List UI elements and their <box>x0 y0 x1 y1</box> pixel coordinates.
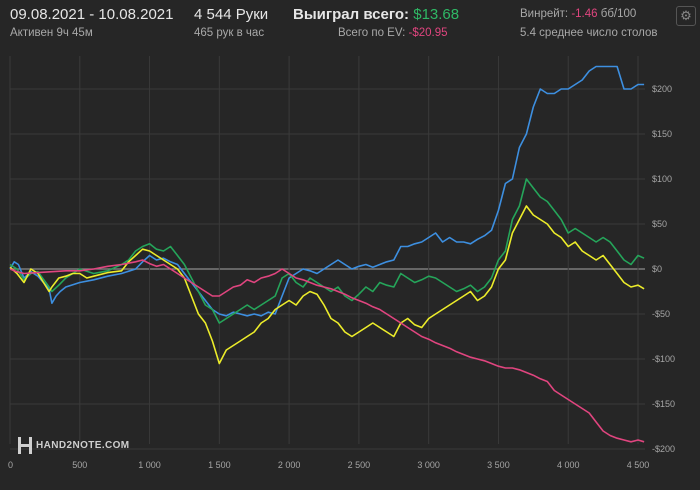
x-tick-label: 4 500 <box>627 460 650 470</box>
chart-grid <box>9 56 645 450</box>
x-tick-label: 3 000 <box>417 460 440 470</box>
series-line-0 <box>9 65 645 317</box>
x-tick-label: 1 500 <box>208 460 231 470</box>
winnings-chart: $200 $150 $100 $50 $0 -$50 -$100 -$150 -$200 0 50… <box>8 56 675 470</box>
y-tick-label: $150 <box>652 129 672 139</box>
y-tick-label: -$50 <box>652 309 670 319</box>
y-tick-label: $50 <box>652 219 667 229</box>
x-tick-label: 3 500 <box>487 460 510 470</box>
x-tick-label: 4 000 <box>557 460 580 470</box>
y-tick-label: -$200 <box>652 444 675 454</box>
y-tick-label: $0 <box>652 264 662 274</box>
y-axis-labels: $200 $150 $100 $50 $0 -$50 -$100 -$150 -$200 <box>652 84 675 454</box>
series-line-3 <box>9 259 645 443</box>
series-line-1 <box>9 178 645 324</box>
series-line-2 <box>9 205 645 365</box>
x-tick-label: 2 000 <box>278 460 301 470</box>
y-tick-label: $200 <box>652 84 672 94</box>
y-tick-label: -$150 <box>652 399 675 409</box>
hand2note-logo: HAND2NOTE.COM <box>18 437 130 454</box>
x-tick-label: 0 <box>8 460 13 470</box>
y-tick-label: $100 <box>652 174 672 184</box>
x-tick-label: 1 000 <box>138 460 161 470</box>
chart-lines <box>9 65 645 443</box>
y-tick-label: -$100 <box>652 354 675 364</box>
logo-text: HAND2NOTE.COM <box>36 440 130 451</box>
x-tick-label: 2 500 <box>348 460 371 470</box>
hand2note-logo-icon <box>18 437 32 454</box>
x-tick-label: 500 <box>72 460 87 470</box>
x-axis-labels: 0 500 1 000 1 500 2 000 2 500 3 000 3 500 4 000 4… <box>8 460 649 470</box>
